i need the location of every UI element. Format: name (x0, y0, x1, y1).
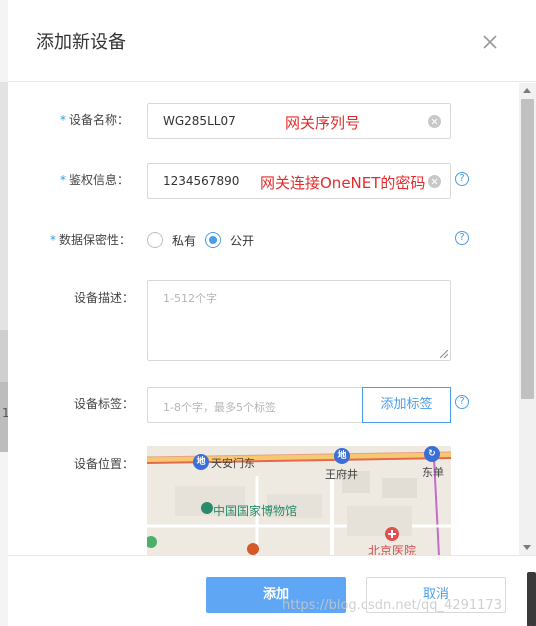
background-strip (0, 82, 8, 330)
help-icon[interactable]: ? (455, 231, 469, 245)
map-label-museum: 中国国家博物馆 (213, 504, 298, 518)
radio-private[interactable] (147, 232, 163, 248)
scroll-up-icon[interactable] (523, 88, 531, 93)
description-textarea[interactable]: 1-512个字 (147, 280, 451, 361)
auth-info-label: * 鉴权信息： (60, 173, 130, 187)
close-icon[interactable] (478, 30, 502, 54)
privacy-label: * 数据保密性： (50, 233, 132, 247)
radio-private-label: 私有 (172, 234, 197, 248)
dialog-title: 添加新设备 (36, 32, 126, 53)
scroll-down-icon[interactable] (523, 545, 531, 550)
auth-info-annotation: 网关连接OneNET的密码 (260, 174, 426, 192)
scroll-thumb[interactable] (521, 99, 534, 399)
vertical-scrollbar[interactable] (519, 83, 536, 555)
resize-handle-icon[interactable] (440, 350, 448, 358)
map-label-metro-3: 东单 (422, 466, 444, 479)
tag-placeholder: 1-8个字，最多5个标签 (163, 401, 276, 414)
auth-info-value: 1234567890 (163, 174, 240, 188)
tags-label: 设备标签： (74, 397, 135, 411)
location-map[interactable]: 地 天安门东 地 王府井 ↻ 东单 中国国家博物馆 北京医院 (147, 446, 451, 555)
add-tag-button[interactable]: 添加标签 (362, 387, 451, 423)
add-device-dialog: 添加新设备 * 设备名称： WG285LL07 网关序列号 * 鉴权信息： 1234… (8, 0, 536, 626)
radio-public-label: 公开 (230, 234, 255, 248)
device-name-value: WG285LL07 (163, 114, 236, 128)
watermark: https://blog.csdn.net/qq_4291173 (282, 598, 502, 613)
device-name-label: * 设备名称： (60, 113, 130, 127)
clear-icon[interactable] (428, 175, 441, 188)
clear-icon[interactable] (428, 115, 441, 128)
location-label: 设备位置： (74, 457, 135, 471)
device-name-annotation: 网关序列号 (285, 114, 361, 132)
metro-icon: 地 (334, 448, 350, 464)
map-label-hospital: 北京医院 (368, 544, 417, 555)
help-icon[interactable]: ? (455, 172, 469, 186)
help-icon[interactable]: ? (455, 395, 469, 409)
map-label-metro-1: 天安门东 (211, 457, 255, 470)
metro-icon: 地 (193, 454, 209, 470)
description-label: 设备描述： (74, 291, 135, 305)
metro-icon: ↻ (424, 446, 440, 462)
description-placeholder: 1-512个字 (163, 292, 217, 305)
dialog-footer: 添加 取消 https://blog.csdn.net/qq_4291173 (8, 555, 536, 626)
map-label-metro-2: 王府井 (325, 468, 358, 481)
edge-bar (527, 572, 536, 626)
tag-input[interactable]: 1-8个字，最多5个标签 (147, 387, 363, 423)
radio-public[interactable] (205, 232, 221, 248)
background-strip (0, 330, 8, 382)
dialog-header: 添加新设备 (8, 0, 536, 82)
dialog-body: * 设备名称： WG285LL07 网关序列号 * 鉴权信息： 1234567890… (8, 83, 536, 555)
